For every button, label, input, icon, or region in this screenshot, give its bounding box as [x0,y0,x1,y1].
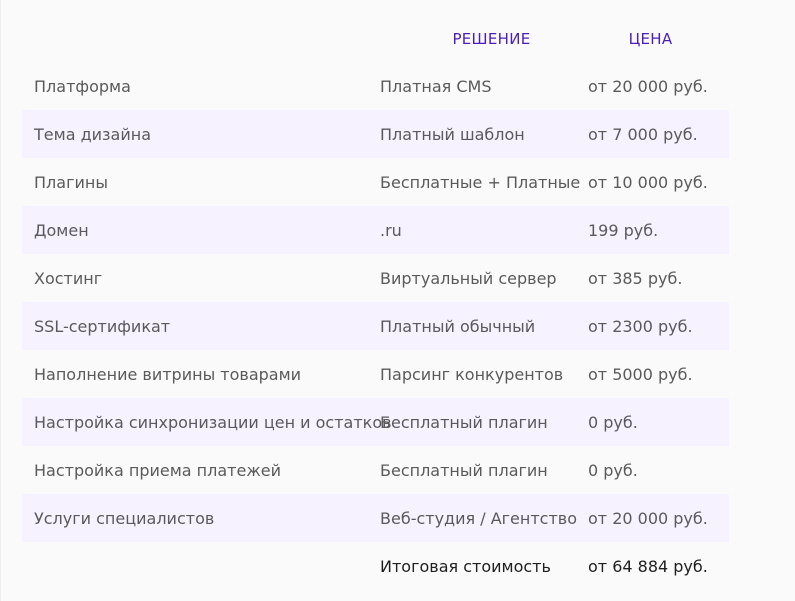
row-price: от 7 000 руб. [588,124,698,144]
total-price: от 64 884 руб. [588,556,708,576]
header-price: ЦЕНА [628,29,673,48]
row-item: Домен [34,220,89,240]
row-solution: Бесплатный плагин [380,460,548,480]
table-row: Домен .ru 199 руб. [22,206,729,254]
row-price: от 10 000 руб. [588,172,708,192]
row-price: 0 руб. [588,460,638,480]
row-item: SSL-сертификат [34,316,171,336]
row-solution: .ru [380,220,402,240]
row-item: Тема дизайна [34,124,152,144]
cost-table-page: РЕШЕНИЕ ЦЕНА Платформа Платная CMS от 20… [0,0,795,601]
row-solution: Веб-студия / Агентство [380,508,578,528]
header-price-cell: ЦЕНА [588,29,729,48]
row-item: Услуги специалистов [34,508,215,528]
table-row: Наполнение витрины товарами Парсинг конк… [22,350,729,398]
table-row: Настройка приема платежей Бесплатный пла… [22,446,729,494]
table-row: Тема дизайна Платный шаблон от 7 000 руб… [22,110,729,158]
table-row: Хостинг Виртуальный сервер от 385 руб. [22,254,729,302]
cost-table: РЕШЕНИЕ ЦЕНА Платформа Платная CMS от 20… [22,14,729,590]
row-price: от 385 руб. [588,268,683,288]
row-solution: Парсинг конкурентов [380,364,564,384]
row-solution: Бесплатный плагин [380,412,548,432]
total-row: Итоговая стоимость от 64 884 руб. [22,542,729,590]
table-row: Платформа Платная CMS от 20 000 руб. [22,62,729,110]
row-item: Плагины [34,172,108,192]
row-item: Платформа [34,76,131,96]
row-price: от 5000 руб. [588,364,693,384]
row-item: Настройка синхронизации цен и остатков [34,412,392,432]
row-solution: Бесплатные + Платные [380,172,581,192]
row-solution: Платный шаблон [380,124,525,144]
table-row: Настройка синхронизации цен и остатков Б… [22,398,729,446]
table-row: SSL-сертификат Платный обычный от 2300 р… [22,302,729,350]
row-price: 199 руб. [588,220,659,240]
header-solution-cell: РЕШЕНИЕ [380,29,588,48]
row-price: 0 руб. [588,412,638,432]
row-solution: Платный обычный [380,316,536,336]
row-price: от 2300 руб. [588,316,693,336]
row-price: от 20 000 руб. [588,508,708,528]
header-solution: РЕШЕНИЕ [452,29,531,48]
row-solution: Платная CMS [380,76,492,96]
row-item: Настройка приема платежей [34,460,281,480]
table-row: Услуги специалистов Веб-студия / Агентст… [22,494,729,542]
table-header: РЕШЕНИЕ ЦЕНА [22,14,729,62]
row-item: Наполнение витрины товарами [34,364,302,384]
row-item: Хостинг [34,268,103,288]
table-row: Плагины Бесплатные + Платные от 10 000 р… [22,158,729,206]
row-solution: Виртуальный сервер [380,268,557,288]
row-price: от 20 000 руб. [588,76,708,96]
total-label: Итоговая стоимость [380,556,551,576]
